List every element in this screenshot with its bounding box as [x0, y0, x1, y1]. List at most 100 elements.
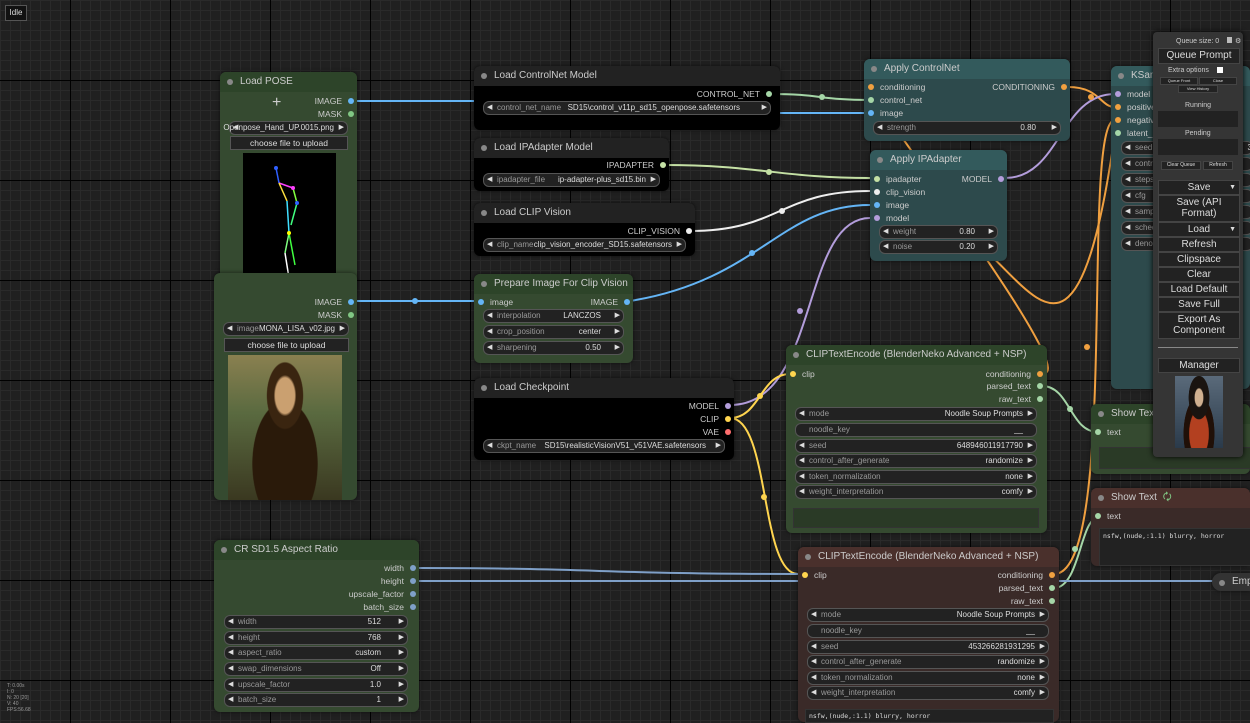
show-text-node-2[interactable]: Show Text 🗘 text nsfw,(nude,:1.1) blurry…: [1091, 488, 1250, 566]
output-mask[interactable]: MASK: [318, 108, 355, 120]
output-conditioning[interactable]: conditioning: [986, 368, 1044, 380]
output-control-net[interactable]: CONTROL_NET: [697, 88, 773, 100]
node-title[interactable]: Show Text 🗘: [1091, 488, 1250, 508]
node-title[interactable]: CLIPTextEncode (BlenderNeko Advanced + N…: [798, 547, 1059, 567]
node-title[interactable]: Load ControlNet Model: [474, 66, 780, 86]
seed-number[interactable]: ◀ seed 648946011917790 ▶: [795, 439, 1037, 453]
prompt-textarea[interactable]: nsfw,(nude,:1.1) blurry, horror: [805, 709, 1054, 723]
output-image[interactable]: IMAGE: [315, 296, 355, 308]
node-title[interactable]: Apply ControlNet: [864, 59, 1070, 79]
queue-prompt-button[interactable]: Queue Prompt: [1158, 48, 1240, 64]
seed-number[interactable]: ◀ seed 453266281931295 ▶: [807, 640, 1049, 654]
load-default-button[interactable]: Load Default: [1158, 282, 1240, 297]
load-checkpoint-node[interactable]: Load Checkpoint MODEL CLIP VAE ◀ ckpt_na…: [474, 378, 734, 460]
clear-queue-button[interactable]: Clear Queue: [1161, 161, 1201, 170]
output-mask[interactable]: MASK: [318, 309, 355, 321]
batch-size-number[interactable]: ◀ batch_size 1 ▶: [224, 693, 408, 707]
image-combo[interactable]: ◀ Openpose_Hand_UP.0015.png ▶: [223, 121, 348, 135]
token-normalization-combo[interactable]: ◀ token_normalization none ▶: [807, 671, 1049, 685]
upscale-factor-number[interactable]: ◀ upscale_factor 1.0 ▶: [224, 678, 408, 692]
node-title[interactable]: Apply IPAdapter: [870, 150, 1007, 170]
output-ipadapter[interactable]: IPADAPTER: [606, 159, 666, 171]
output-raw-text[interactable]: raw_text: [999, 393, 1044, 405]
refresh-button[interactable]: Refresh: [1158, 237, 1240, 252]
control-net-name-combo[interactable]: ◀ control_net_name SD15\control_v11p_sd1…: [483, 101, 771, 115]
clip-text-encode-negative-node[interactable]: CLIPTextEncode (BlenderNeko Advanced + N…: [798, 547, 1059, 723]
output-conditioning[interactable]: conditioning: [998, 569, 1056, 581]
arrow-right-icon[interactable]: ▶: [615, 342, 620, 354]
load-controlnet-node[interactable]: Load ControlNet Model CONTROL_NET ◀ cont…: [474, 66, 780, 130]
input-model[interactable]: model: [1115, 88, 1150, 100]
arrow-right-icon[interactable]: ▶: [651, 174, 656, 186]
arrow-right-icon[interactable]: ▶: [989, 241, 994, 253]
interpolation-combo[interactable]: ◀ interpolation LANCZOS ▶: [483, 309, 624, 323]
arrow-left-icon[interactable]: ◀: [487, 342, 492, 354]
node-title[interactable]: CR SD1.5 Aspect Ratio: [214, 540, 419, 560]
chevron-down-icon[interactable]: ▼: [1229, 181, 1236, 194]
input-conditioning[interactable]: conditioning: [868, 81, 925, 93]
arrow-right-icon[interactable]: ▶: [340, 323, 345, 335]
input-text[interactable]: text: [1095, 426, 1121, 438]
input-control-net[interactable]: control_net: [868, 94, 922, 106]
node-title[interactable]: CLIPTextEncode (BlenderNeko Advanced + N…: [786, 345, 1047, 365]
arrow-right-icon[interactable]: ▶: [716, 440, 721, 452]
chevron-down-icon[interactable]: ▼: [1229, 223, 1236, 236]
save-button[interactable]: Save ▼: [1158, 180, 1240, 195]
output-clip[interactable]: CLIP: [700, 413, 731, 425]
input-image[interactable]: image: [874, 199, 909, 211]
output-image[interactable]: IMAGE: [591, 296, 631, 308]
arrow-right-icon[interactable]: ▶: [1052, 122, 1057, 134]
swap-dimensions-combo[interactable]: ◀ swap_dimensions Off ▶: [224, 662, 408, 676]
clipspace-button[interactable]: Clipspace: [1158, 252, 1240, 267]
refresh-queue-button[interactable]: Refresh: [1203, 161, 1233, 170]
clip-text-encode-positive-node[interactable]: CLIPTextEncode (BlenderNeko Advanced + N…: [786, 345, 1047, 533]
weight-interpretation-combo[interactable]: ◀ weight_interpretation comfy ▶: [795, 485, 1037, 499]
arrow-left-icon[interactable]: ◀: [227, 323, 232, 335]
node-title[interactable]: Load POSE: [220, 72, 357, 92]
aspect-ratio-combo[interactable]: ◀ aspect_ratio custom ▶: [224, 646, 408, 660]
output-width[interactable]: width: [384, 562, 416, 574]
prompt-textarea[interactable]: [793, 508, 1039, 528]
arrow-right-icon[interactable]: ▶: [762, 102, 767, 114]
node-title[interactable]: Load CLIP Vision: [474, 203, 695, 223]
clear-button[interactable]: Clear: [1158, 267, 1240, 282]
export-component-button[interactable]: Export As Component: [1158, 312, 1240, 339]
output-batch-size[interactable]: batch_size: [363, 601, 416, 613]
settings-icon[interactable]: [1227, 37, 1232, 43]
output-clip-vision[interactable]: CLIP_VISION: [628, 225, 693, 237]
arrow-left-icon[interactable]: ◀: [487, 326, 492, 338]
node-title[interactable]: Load Checkpoint: [474, 378, 734, 398]
queue-front-button[interactable]: Queue Front: [1160, 77, 1198, 85]
close-button[interactable]: Close: [1199, 77, 1237, 85]
arrow-right-icon[interactable]: ▶: [677, 239, 682, 251]
arrow-right-icon[interactable]: ▶: [615, 326, 620, 338]
sharpening-slider[interactable]: ◀ sharpening 0.50 ▶: [483, 341, 624, 355]
control-after-generate-combo[interactable]: ◀ control_after_generate randomize ▶: [795, 454, 1037, 468]
output-height[interactable]: height: [381, 575, 417, 587]
token-normalization-combo[interactable]: ◀ token_normalization none ▶: [795, 470, 1037, 484]
strength-slider[interactable]: ◀ strength 0.80 ▶: [873, 121, 1061, 135]
input-clip[interactable]: clip: [790, 368, 815, 380]
save-full-button[interactable]: Save Full: [1158, 297, 1240, 312]
view-history-button[interactable]: View History: [1178, 85, 1218, 93]
ipadapter-file-combo[interactable]: ◀ ipadapter_file ip-adapter-plus_sd15.bi…: [483, 173, 660, 187]
prepare-image-node[interactable]: Prepare Image For Clip Vision image IMAG…: [474, 274, 633, 363]
arrow-left-icon[interactable]: ◀: [487, 440, 492, 452]
output-model[interactable]: MODEL: [689, 400, 732, 412]
arrow-left-icon[interactable]: ◀: [487, 174, 492, 186]
input-text[interactable]: text: [1095, 510, 1121, 522]
manager-button[interactable]: Manager: [1158, 358, 1240, 373]
noodle-key-input[interactable]: noodle_key __: [795, 423, 1037, 437]
arrow-left-icon[interactable]: ◀: [883, 241, 888, 253]
image-combo[interactable]: ◀ image MONA_LISA_v02.jpg ▶: [223, 322, 349, 336]
noise-slider[interactable]: ◀ noise 0.20 ▶: [879, 240, 998, 254]
arrow-left-icon[interactable]: ◀: [487, 102, 492, 114]
upload-button[interactable]: choose file to upload: [224, 338, 349, 352]
node-title[interactable]: Emp: [1212, 573, 1250, 591]
input-clip-vision[interactable]: clip_vision: [874, 186, 925, 198]
height-number[interactable]: ◀ height 768 ▶: [224, 631, 408, 645]
input-ipadapter[interactable]: ipadapter: [874, 173, 921, 185]
aspect-ratio-node[interactable]: CR SD1.5 Aspect Ratio width height upsca…: [214, 540, 419, 712]
arrow-right-icon[interactable]: ▶: [339, 122, 344, 134]
node-title[interactable]: Prepare Image For Clip Vision: [474, 274, 633, 294]
